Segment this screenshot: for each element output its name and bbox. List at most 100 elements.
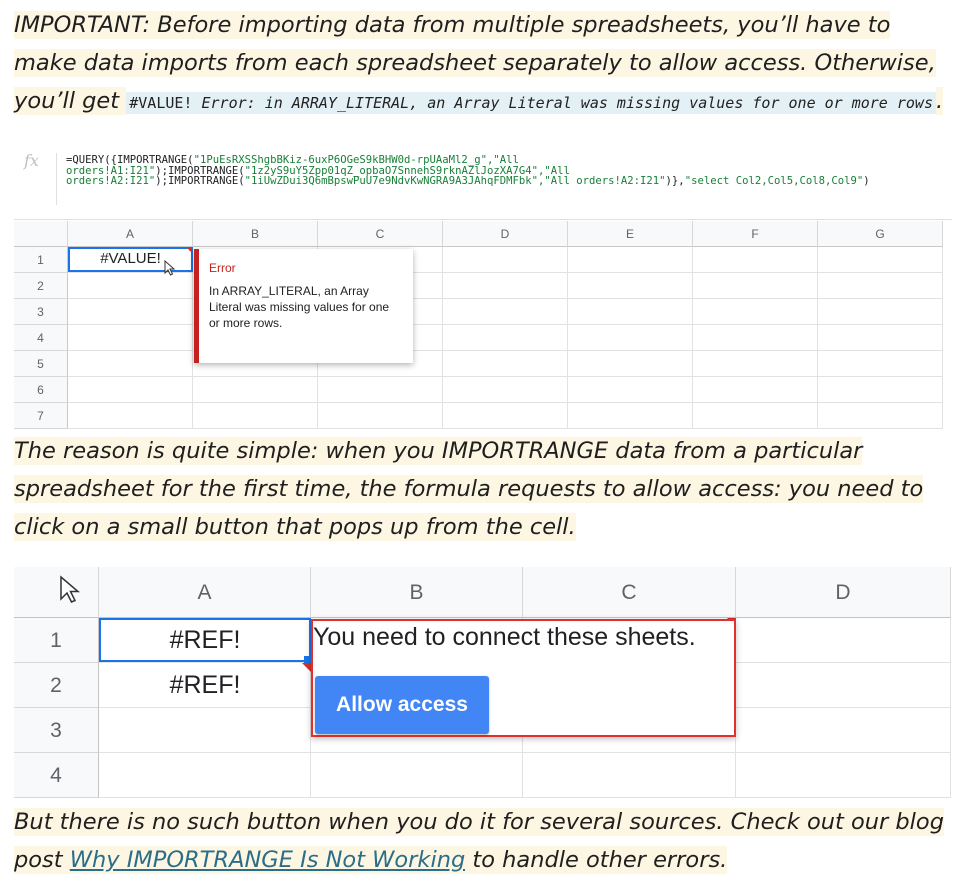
column-header-c[interactable]: C <box>523 567 736 618</box>
grid-cell[interactable] <box>693 325 818 351</box>
column-header-g[interactable]: G <box>818 221 943 247</box>
formula-arg: orders!A2:I21" <box>66 175 156 187</box>
grid-cell[interactable] <box>443 299 568 325</box>
grid-cell[interactable] <box>568 377 693 403</box>
outro-tail: to handle other errors. <box>465 846 728 874</box>
column-header-b[interactable]: B <box>311 567 523 618</box>
grid-cell[interactable] <box>693 273 818 299</box>
grid-cell[interactable] <box>693 377 818 403</box>
grid-cell[interactable] <box>693 403 818 429</box>
row-header-4[interactable]: 4 <box>14 325 68 351</box>
grid-cell[interactable] <box>443 351 568 377</box>
grid-cell[interactable] <box>99 708 311 753</box>
cell-a2[interactable]: #REF! <box>99 663 311 708</box>
important-tail: . <box>936 87 944 115</box>
select-all-corner[interactable] <box>14 221 68 247</box>
grid-cell[interactable] <box>568 403 693 429</box>
column-header-f[interactable]: F <box>693 221 818 247</box>
grid-cell[interactable] <box>818 273 943 299</box>
formula-fn: );IMPORTRANGE( <box>155 175 245 187</box>
grid-cell[interactable] <box>818 299 943 325</box>
grid-cell[interactable] <box>68 403 193 429</box>
grid-cell[interactable] <box>568 273 693 299</box>
formula-bar: fx =QUERY({IMPORTRANGE("1PuEsRXSShgbBKiz… <box>14 147 952 220</box>
row-header-2[interactable]: 2 <box>14 663 99 708</box>
fill-handle[interactable] <box>304 656 311 663</box>
grid-cell[interactable] <box>68 273 193 299</box>
error-indicator <box>186 247 192 253</box>
select-all-corner[interactable] <box>14 567 99 618</box>
column-header-d[interactable]: D <box>736 567 951 618</box>
grid-cell[interactable] <box>68 325 193 351</box>
grid-cell[interactable] <box>523 753 736 798</box>
row-header-6[interactable]: 6 <box>14 377 68 403</box>
important-paragraph: IMPORTANT: Before importing data from mu… <box>14 6 954 122</box>
row-header-5[interactable]: 5 <box>14 351 68 377</box>
row-header-1[interactable]: 1 <box>14 618 99 663</box>
error-code: #VALUE! Error: in ARRAY_LITERAL, an Arra… <box>126 92 936 114</box>
grid-cell[interactable] <box>818 325 943 351</box>
reason-text: The reason is quite simple: when you IMP… <box>14 437 924 541</box>
grid-cell[interactable] <box>818 377 943 403</box>
formula-text[interactable]: =QUERY({IMPORTRANGE("1PuEsRXSShgbBKiz-6u… <box>66 155 946 187</box>
grid-cell[interactable] <box>318 403 443 429</box>
column-header-d[interactable]: D <box>443 221 568 247</box>
column-header-a[interactable]: A <box>68 221 193 247</box>
grid-cell[interactable] <box>818 351 943 377</box>
row-header-3[interactable]: 3 <box>14 708 99 753</box>
error-tooltip-title: Error <box>209 261 236 275</box>
grid-cell[interactable] <box>736 753 951 798</box>
formula-fn: )}, <box>665 175 685 187</box>
grid-cell[interactable] <box>311 753 523 798</box>
fx-icon: fx <box>24 151 39 170</box>
grid-cell[interactable] <box>818 403 943 429</box>
row-header-7[interactable]: 7 <box>14 403 68 429</box>
blog-post-link[interactable]: Why IMPORTRANGE Is Not Working <box>70 847 466 873</box>
connect-sheets-popup: You need to connect these sheets. Allow … <box>311 619 736 737</box>
grid-cell[interactable] <box>68 351 193 377</box>
grid-cell[interactable] <box>99 753 311 798</box>
error-code-value: #VALUE! <box>129 94 193 112</box>
grid-cell[interactable] <box>693 247 818 273</box>
column-header-c[interactable]: C <box>318 221 443 247</box>
row-header-2[interactable]: 2 <box>14 273 68 299</box>
grid-cell[interactable] <box>568 325 693 351</box>
grid-cell[interactable] <box>443 377 568 403</box>
grid-cell[interactable] <box>443 403 568 429</box>
error-screenshot: fx =QUERY({IMPORTRANGE("1PuEsRXSShgbBKiz… <box>14 147 952 431</box>
grid-cell[interactable] <box>736 708 951 753</box>
grid-cell[interactable] <box>443 247 568 273</box>
cursor-icon <box>60 575 81 603</box>
formula-bar-divider <box>56 153 57 205</box>
column-header-a[interactable]: A <box>99 567 311 618</box>
grid-cell[interactable] <box>318 377 443 403</box>
grid-cell[interactable] <box>193 377 318 403</box>
grid-cell[interactable] <box>68 377 193 403</box>
grid-cell[interactable] <box>193 403 318 429</box>
grid-cell[interactable] <box>693 351 818 377</box>
column-header-b[interactable]: B <box>193 221 318 247</box>
column-header-e[interactable]: E <box>568 221 693 247</box>
cell-a1[interactable]: #REF! <box>99 618 311 662</box>
grid-cell[interactable] <box>693 299 818 325</box>
grid-cell[interactable] <box>818 247 943 273</box>
error-tooltip: Error In ARRAY_LITERAL, an Array Literal… <box>194 249 413 363</box>
grid-cell[interactable] <box>736 663 951 708</box>
grid-cell[interactable] <box>443 325 568 351</box>
grid-cell[interactable] <box>568 247 693 273</box>
row-header-3[interactable]: 3 <box>14 299 68 325</box>
allow-access-button[interactable]: Allow access <box>315 676 489 734</box>
grid-cell[interactable] <box>568 351 693 377</box>
row-header-4[interactable]: 4 <box>14 753 99 798</box>
grid-cell[interactable] <box>568 299 693 325</box>
formula-fn: ) <box>863 175 870 187</box>
cursor-icon <box>164 260 176 276</box>
row-header-1[interactable]: 1 <box>14 247 68 273</box>
error-code-label: Error: <box>201 94 256 112</box>
grid-cell[interactable] <box>443 273 568 299</box>
reason-paragraph: The reason is quite simple: when you IMP… <box>14 432 954 546</box>
error-tooltip-message: In ARRAY_LITERAL, an Array Literal was m… <box>209 284 390 330</box>
error-indicator-a2 <box>302 663 311 672</box>
grid-cell[interactable] <box>736 618 951 663</box>
grid-cell[interactable] <box>68 299 193 325</box>
